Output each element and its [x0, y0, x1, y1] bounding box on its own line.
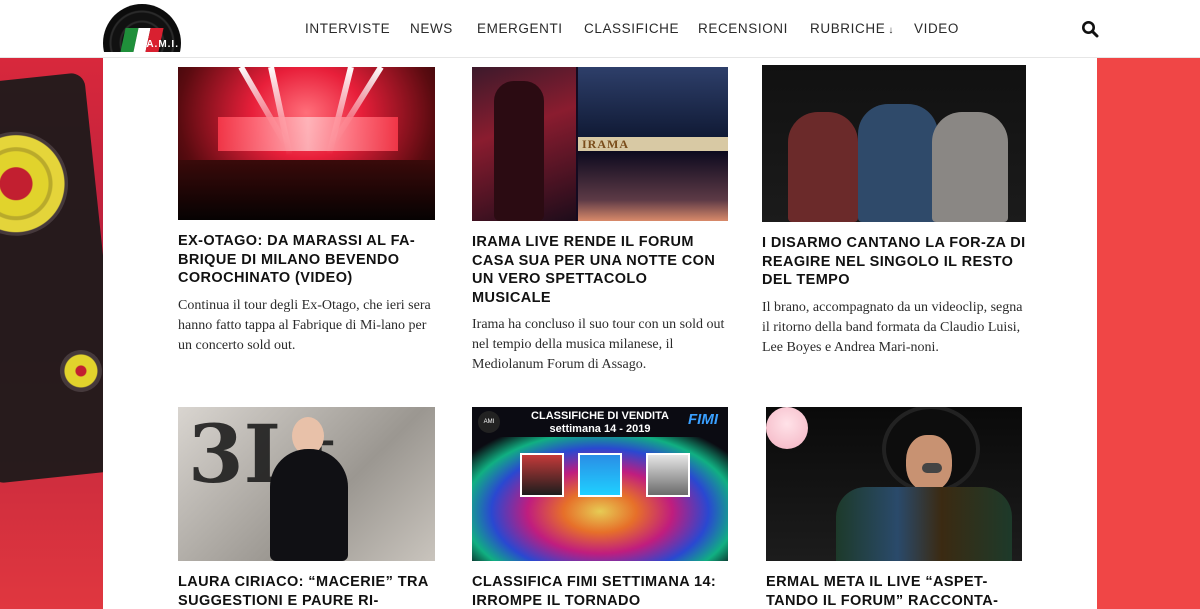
- cassette-reel-small-icon: [57, 347, 103, 395]
- article-thumbnail-laura[interactable]: 3Lt: [178, 407, 435, 561]
- singer-shirt: [836, 487, 1012, 561]
- article-excerpt: Continua il tour degli Ex-Otago, che ier…: [178, 297, 431, 353]
- article-thumbnail-disarmo[interactable]: [762, 65, 1026, 222]
- corner-avatar-icon: [766, 407, 808, 449]
- article-title[interactable]: LAURA CIRIACO: “MACERIE” TRA SUGGESTIONI…: [178, 573, 435, 609]
- nav-item-classifiche[interactable]: CLASSIFICHE: [584, 21, 679, 36]
- band-member: [858, 104, 938, 222]
- album-cover: [646, 453, 690, 497]
- nav-item-emergenti[interactable]: EMERGENTI: [477, 21, 563, 36]
- band-member: [932, 112, 1008, 222]
- fimi-logo: FIMI: [688, 411, 718, 428]
- singer-silhouette: [494, 81, 544, 221]
- article-card: CLASSIFICHE DI VENDITA settimana 14 - 20…: [472, 407, 728, 609]
- crowd-silhouette: [178, 160, 435, 220]
- nav-item-recensioni[interactable]: RECENSIONI: [698, 21, 788, 36]
- article-title[interactable]: ERMAL META IL LIVE “ASPET-TANDO IL FORUM…: [766, 573, 1022, 609]
- photo-arena-bottom: [578, 151, 728, 221]
- article-thumbnail-concert[interactable]: [178, 67, 435, 220]
- article-card: ERMAL META IL LIVE “ASPET-TANDO IL FORUM…: [766, 407, 1022, 609]
- dropdown-arrow-icon: ↓: [888, 25, 894, 36]
- album-cover: [578, 453, 622, 497]
- photo-arena-top: [578, 67, 728, 137]
- article-title[interactable]: CLASSIFICA FIMI SETTIMANA 14: IRROMPE IL…: [472, 573, 728, 609]
- article-excerpt: Irama ha concluso il suo tour con un sol…: [472, 317, 725, 372]
- main-nav: INTERVISTE NEWS EMERGENTI CLASSIFICHE RE…: [0, 0, 1200, 58]
- article-title[interactable]: I DISARMO CANTANO LA FOR-ZA DI REAGIRE N…: [762, 234, 1026, 290]
- site-header: A.M.I. INTERVISTE NEWS EMERGENTI CLASSIF…: [0, 0, 1200, 58]
- singer-coat: [270, 449, 348, 561]
- album-cover: [520, 453, 564, 497]
- search-icon[interactable]: [1081, 20, 1099, 38]
- article-title[interactable]: IRAMA LIVE RENDE IL FORUM CASA SUA PER U…: [472, 233, 728, 307]
- microphone-icon: [922, 463, 942, 473]
- stage-lights: [218, 117, 398, 151]
- cassette-reel-icon: [0, 126, 74, 241]
- article-thumbnail-irama[interactable]: IRAMA: [472, 67, 728, 221]
- article-card: I DISARMO CANTANO LA FOR-ZA DI REAGIRE N…: [762, 65, 1026, 358]
- photo-caption: IRAMA: [578, 137, 728, 151]
- ami-corner-logo: AMI: [478, 411, 500, 433]
- article-card: 3Lt LAURA CIRIACO: “MACERIE” TRA SUGGEST…: [178, 407, 435, 609]
- photo-singer: [472, 67, 576, 221]
- left-background-panel: [0, 58, 103, 609]
- nav-item-rubriche[interactable]: RUBRICHE ↓: [810, 21, 894, 36]
- article-title[interactable]: EX-OTAGO: DA MARASSI AL FA-BRIQUE DI MIL…: [178, 232, 435, 288]
- nav-item-rubriche-label: RUBRICHE: [810, 21, 886, 36]
- nav-item-video[interactable]: VIDEO: [914, 21, 959, 36]
- right-background-panel: [1097, 58, 1200, 609]
- article-thumbnail-fimi[interactable]: CLASSIFICHE DI VENDITA settimana 14 - 20…: [472, 407, 728, 561]
- article-card: IRAMA IRAMA LIVE RENDE IL FORUM CASA SUA…: [472, 67, 728, 375]
- article-card: EX-OTAGO: DA MARASSI AL FA-BRIQUE DI MIL…: [178, 67, 435, 356]
- nav-item-news[interactable]: NEWS: [410, 21, 453, 36]
- article-thumbnail-ermal[interactable]: [766, 407, 1022, 561]
- cassette-tape-image: [0, 72, 103, 484]
- nav-item-interviste[interactable]: INTERVISTE: [305, 21, 390, 36]
- article-excerpt: Il brano, accompagnato da un videoclip, …: [762, 299, 1023, 355]
